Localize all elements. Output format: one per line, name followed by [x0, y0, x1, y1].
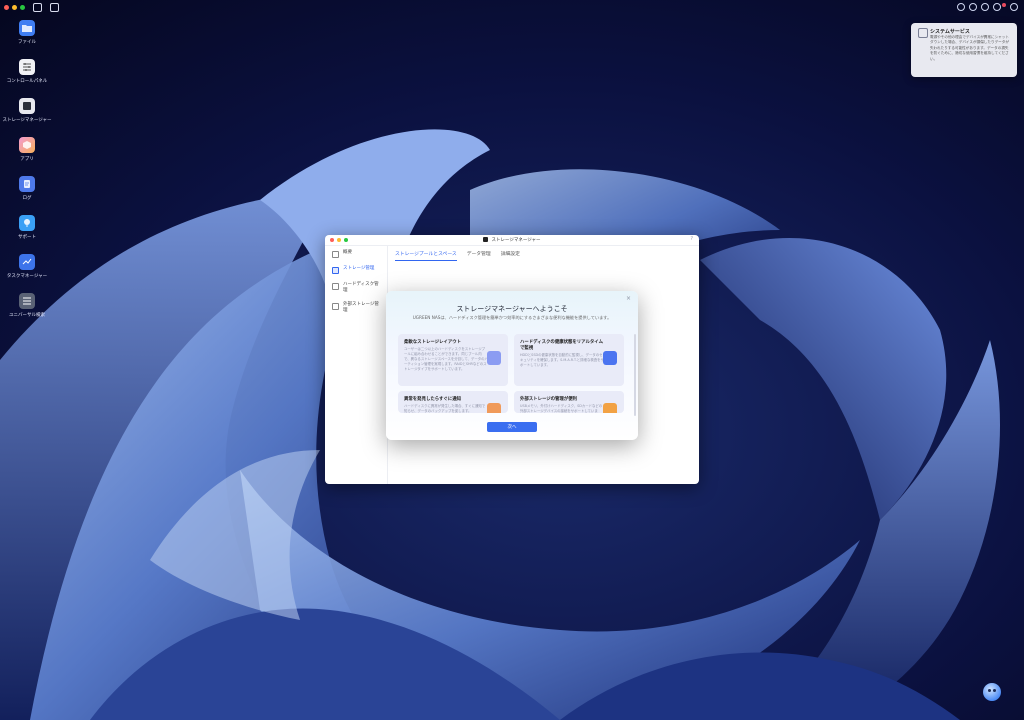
log-icon — [19, 176, 35, 192]
desktop-toggle-icon[interactable] — [33, 2, 42, 12]
alert-bell-icon — [487, 403, 501, 413]
mascot-eye — [988, 689, 991, 692]
sidebar-item-hdd[interactable]: ハードディスク管理 — [325, 278, 387, 298]
desktop-icon-label: ファイル — [18, 40, 36, 45]
desktop-icon-label: ユニバーサル検索 — [9, 313, 45, 318]
notification-body: 電源やその他の理由でデバイスが異常にシャットダウンした場合、デバイスが損傷したり… — [930, 35, 1009, 61]
window-controls — [4, 4, 25, 10]
next-button[interactable]: 次へ — [487, 422, 537, 432]
folder-icon — [19, 20, 35, 36]
feature-title: ハードディスクの健康状態をリアルタイムで監視 — [520, 340, 603, 351]
desktop-icon-universal-search[interactable]: ユニバーサル検索 — [4, 293, 50, 332]
tab-storage-pool[interactable]: ストレージプールとスペース — [395, 250, 457, 261]
usb-icon — [332, 303, 339, 310]
window-list-icon[interactable] — [50, 2, 59, 12]
feature-title: 外部ストレージの管理が便利 — [520, 397, 577, 402]
desktop-icon-label: タスクマネージャー — [6, 274, 48, 279]
control-panel-icon — [19, 59, 35, 75]
sidebar-item-storage[interactable]: ストレージ管理 — [325, 262, 387, 278]
feature-desc: HDDとSSDの健康状態を自動的に監視し、データのセキュリティを確保します。S.… — [520, 353, 604, 367]
desktop-icon-storage-manager[interactable]: ストレージマネージャー — [2, 98, 52, 137]
support-icon — [19, 215, 35, 231]
assistant-mascot-icon[interactable] — [983, 683, 1001, 701]
maximize-dot-icon[interactable] — [20, 4, 25, 10]
apps-icon — [19, 137, 35, 153]
storage-manager-icon — [483, 237, 489, 242]
user-icon[interactable] — [969, 3, 977, 11]
menu-bar — [0, 0, 1024, 14]
window-titlebar: ストレージマネージャー ? — [325, 235, 699, 246]
help-icon[interactable]: ? — [690, 236, 693, 242]
notification-badge — [1002, 3, 1006, 7]
feature-desc: USBメモリ、外付けハードディスク、SDカードなどの外部ストレージデバイスの接続… — [520, 404, 603, 413]
feature-title: 柔軟なストレージレイアウト — [404, 340, 461, 345]
feature-card: 異常を発見したらすぐに通知 ハードディスクに異常が発生した場合、すぐに通知で知ら… — [398, 391, 508, 413]
network-icon[interactable] — [957, 3, 965, 11]
feature-desc: ユーザーは二つ以上のハードディスクをストレージプールに組み合わせることができます… — [404, 347, 488, 371]
sidebar-item-label: ハードディスク管理 — [343, 282, 379, 293]
shield-check-icon — [603, 351, 617, 365]
sidebar-item-overview[interactable]: 概要 — [325, 246, 387, 262]
desktop-icons: ファイル コントロールパネル ストレージマネージャー アプリ ログ サポート タ… — [2, 20, 52, 332]
storage-manager-icon — [19, 98, 35, 114]
storage-status-icon[interactable] — [981, 3, 989, 11]
window-title-text: ストレージマネージャー — [491, 238, 541, 243]
task-manager-icon — [19, 254, 35, 270]
sidebar-item-external[interactable]: 外部ストレージ管理 — [325, 298, 387, 318]
desktop-icon-task-manager[interactable]: タスクマネージャー — [4, 254, 50, 293]
close-dot-icon[interactable] — [4, 4, 9, 10]
sidebar-item-label: 外部ストレージ管理 — [343, 302, 379, 313]
desktop-icon-label: ストレージマネージャー — [2, 118, 52, 123]
tab-data-management[interactable]: データ管理 — [467, 250, 491, 261]
overview-icon — [332, 251, 339, 258]
tab-advanced[interactable]: 詳細設定 — [501, 250, 520, 261]
feature-desc: ハードディスクに異常が発生した場合、すぐに通知で知らせ、データのバックアップを促… — [404, 404, 486, 413]
desktop-icon-apps[interactable]: アプリ — [4, 137, 50, 176]
dialog-subtitle: UGREEN NASは、ハードディスク管理を簡単かつ効率的にするさまざまな便利な… — [412, 315, 612, 320]
desktop-icon-control-panel[interactable]: コントロールパネル — [4, 59, 50, 98]
window-title: ストレージマネージャー — [325, 237, 699, 243]
desktop-icon-label: サポート — [18, 235, 36, 240]
sidebar: 概要 ストレージ管理 ハードディスク管理 外部ストレージ管理 — [325, 246, 388, 484]
hdd-icon — [332, 283, 339, 290]
notifications-icon[interactable] — [993, 3, 1001, 11]
dialog-title: ストレージマネージャーへようこそ — [456, 305, 568, 313]
feature-card: ハードディスクの健康状態をリアルタイムで監視 HDDとSSDの健康状態を自動的に… — [514, 334, 624, 386]
minimize-dot-icon[interactable] — [12, 4, 17, 10]
notification-title: システムサービス — [930, 29, 970, 35]
storage-icon — [332, 267, 339, 274]
desktop-icon-files[interactable]: ファイル — [4, 20, 50, 59]
feature-card: 外部ストレージの管理が便利 USBメモリ、外付けハードディスク、SDカードなどの… — [514, 391, 624, 413]
system-service-icon — [918, 28, 928, 38]
welcome-dialog: × ストレージマネージャーへようこそ UGREEN NASは、ハードディスク管理… — [386, 291, 638, 440]
mascot-eye — [993, 689, 996, 692]
dialog-scrollbar[interactable] — [634, 334, 636, 416]
external-storage-icon — [603, 403, 617, 413]
account-icon[interactable] — [1010, 3, 1018, 11]
feature-title: 異常を発見したらすぐに通知 — [404, 397, 461, 402]
desktop-icon-label: アプリ — [20, 157, 34, 162]
desktop-icon-label: コントロールパネル — [6, 79, 48, 84]
system-notification[interactable]: システムサービス 電源やその他の理由でデバイスが異常にシャットダウンした場合、デ… — [911, 23, 1017, 77]
feature-card: 柔軟なストレージレイアウト ユーザーは二つ以上のハードディスクをストレージプール… — [398, 334, 508, 386]
layout-icon — [487, 351, 501, 365]
universal-search-icon — [19, 293, 35, 309]
desktop-icon-log[interactable]: ログ — [4, 176, 50, 215]
sidebar-item-label: ストレージ管理 — [343, 266, 375, 271]
close-icon[interactable]: × — [626, 295, 631, 302]
desktop-icon-support[interactable]: サポート — [4, 215, 50, 254]
sidebar-item-label: 概要 — [343, 250, 352, 255]
desktop-icon-label: ログ — [22, 196, 32, 201]
tab-bar: ストレージプールとスペース データ管理 詳細設定 — [395, 250, 520, 261]
